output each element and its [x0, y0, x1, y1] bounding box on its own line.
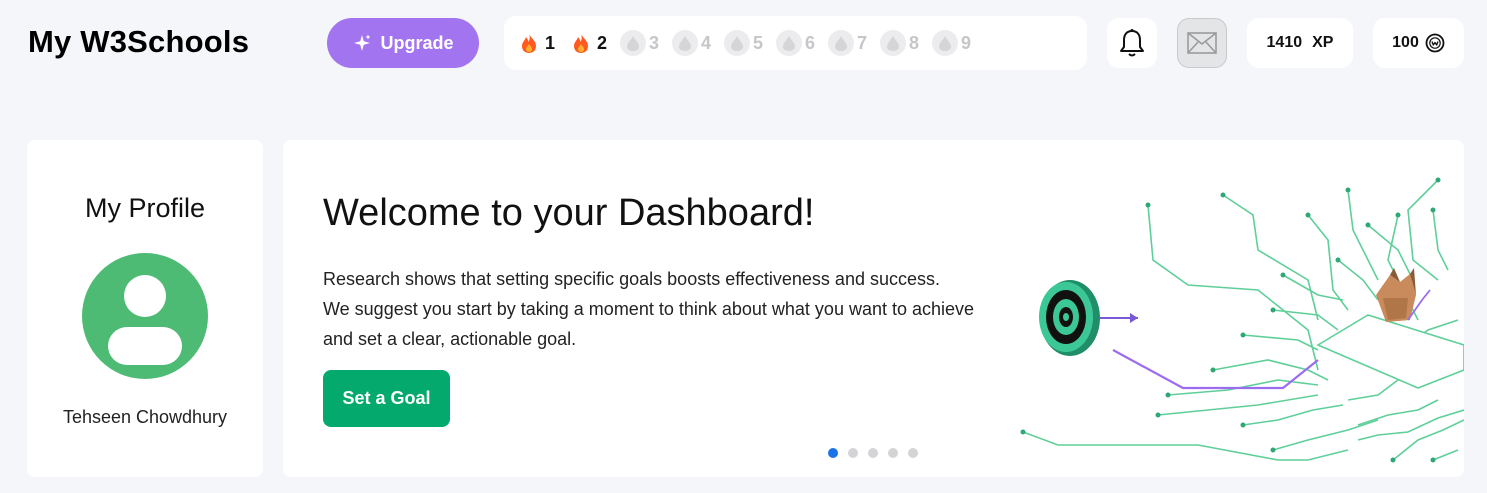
streak-day-number: 3: [649, 32, 660, 53]
welcome-line: Research shows that setting specific goa…: [323, 269, 940, 289]
avatar-head-shape: [124, 275, 166, 317]
carousel-indicator: [828, 448, 918, 458]
coin-icon: [1425, 33, 1445, 53]
streak-day-number: 7: [857, 32, 868, 53]
brand-title: My W3Schools: [28, 24, 250, 59]
drop-icon: [672, 30, 698, 56]
goal-circuit-illustration: [1020, 177, 1464, 463]
streak-day: 7: [828, 30, 874, 56]
welcome-line: We suggest you start by taking a moment …: [323, 299, 975, 319]
streak-day-number: 9: [961, 32, 972, 53]
streak-day-number: 6: [805, 32, 816, 53]
welcome-title: Welcome to your Dashboard!: [323, 192, 815, 234]
coins-counter[interactable]: 100: [1373, 18, 1464, 68]
drop-icon: [932, 30, 958, 56]
upgrade-label: Upgrade: [380, 32, 454, 53]
profile-card: My Profile Tehseen Chowdhury: [27, 140, 263, 477]
notifications-button[interactable]: [1107, 18, 1157, 68]
carousel-dot[interactable]: [848, 448, 858, 458]
drop-icon: [828, 30, 854, 56]
streak-day: 8: [880, 30, 926, 56]
bell-icon: [1120, 29, 1144, 57]
drop-icon: [776, 30, 802, 56]
streak-day: 9: [932, 30, 978, 56]
avatar[interactable]: [82, 253, 208, 379]
profile-title: My Profile: [84, 193, 206, 223]
carousel-dot[interactable]: [868, 448, 878, 458]
set-goal-button[interactable]: Set a Goal: [323, 370, 450, 427]
xp-unit: XP: [1312, 34, 1334, 51]
messages-button[interactable]: [1177, 18, 1227, 68]
flame-icon: [568, 30, 594, 56]
coins-value: 100: [1392, 34, 1419, 51]
streak-day: 5: [724, 30, 770, 56]
streak-day: 1: [516, 30, 562, 56]
carousel-dot[interactable]: [908, 448, 918, 458]
streak-day: 6: [776, 30, 822, 56]
streak-day-number: 4: [701, 32, 712, 53]
carousel-dot[interactable]: [828, 448, 838, 458]
welcome-banner: Welcome to your Dashboard! Research show…: [283, 140, 1464, 477]
streak-day-number: 8: [909, 32, 920, 53]
flame-icon: [516, 30, 542, 56]
streak-day-number: 1: [545, 32, 556, 53]
streak-day-number: 5: [753, 32, 764, 53]
streak-day: 3: [620, 30, 666, 56]
upgrade-button[interactable]: Upgrade: [327, 18, 479, 68]
welcome-line: and set a clear, actionable goal.: [323, 329, 577, 349]
streak-day: 4: [672, 30, 718, 56]
carousel-dot[interactable]: [888, 448, 898, 458]
drop-icon: [620, 30, 646, 56]
drop-icon: [880, 30, 906, 56]
sparkle-icon: [354, 34, 371, 51]
xp-value: 1410: [1266, 34, 1303, 51]
drop-icon: [724, 30, 750, 56]
xp-counter[interactable]: 1410 XP: [1247, 18, 1353, 68]
streak-day: 2: [568, 30, 614, 56]
streak-day-number: 2: [597, 32, 608, 53]
profile-name: Tehseen Chowdhury: [62, 407, 228, 427]
envelope-icon: [1187, 32, 1217, 54]
avatar-body-shape: [108, 327, 182, 365]
streak-tracker[interactable]: 1 2 3 4 5 6 7 8 9: [504, 16, 1087, 70]
welcome-text: Research shows that setting specific goa…: [323, 264, 1043, 354]
